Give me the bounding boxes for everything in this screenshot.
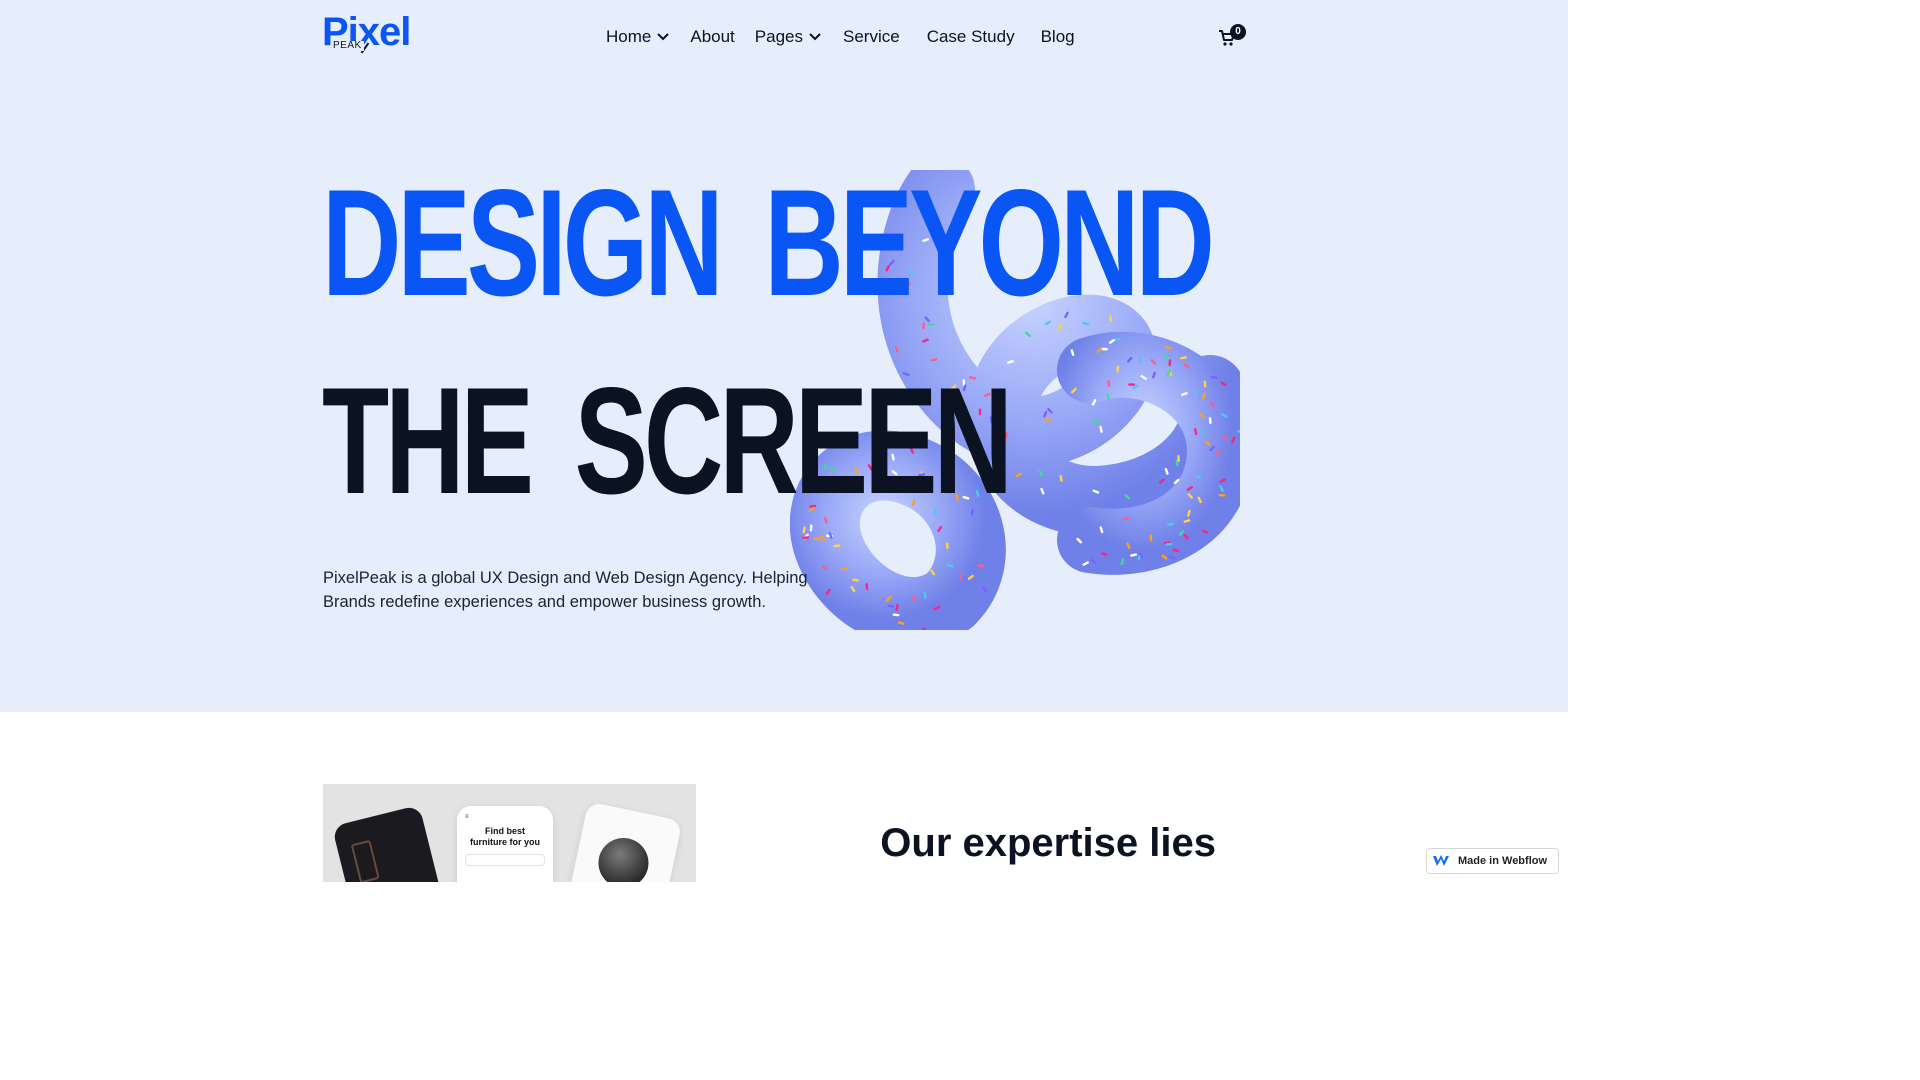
sprinkle xyxy=(813,537,821,541)
phone-mockup-white: ≡ Find best furniture for you xyxy=(457,806,553,882)
menu-icon: ≡ xyxy=(465,814,469,820)
chevron-down-icon xyxy=(657,31,670,43)
nav-item-blog[interactable]: Blog xyxy=(1041,26,1075,48)
nav-item-case-study[interactable]: Case Study xyxy=(927,26,1015,48)
sprinkle xyxy=(841,567,849,571)
logo-subtext: PEAK xyxy=(331,40,364,51)
nav-item-home[interactable]: Home xyxy=(606,26,670,48)
sprinkle xyxy=(1218,493,1226,497)
hero-section: Pixel PEAK Home About Pages Service Case… xyxy=(0,0,1568,712)
nav-label-home: Home xyxy=(606,27,652,46)
webflow-icon xyxy=(1433,855,1449,866)
badge-label: Made in Webflow xyxy=(1458,855,1548,867)
cart-count-badge: 0 xyxy=(1230,24,1246,40)
sprinkle xyxy=(977,564,985,567)
logo[interactable]: Pixel PEAK xyxy=(322,12,424,58)
top-nav: Pixel PEAK Home About Pages Service Case… xyxy=(0,0,1568,76)
preview-title: Find best furniture for you xyxy=(470,826,540,847)
chevron-down-icon xyxy=(809,31,821,43)
sprinkle xyxy=(1177,455,1180,463)
sprinkle xyxy=(945,542,949,550)
sprinkle xyxy=(1165,542,1173,546)
headline-line-2: The Screen xyxy=(322,356,1013,527)
nav-label-pages: Pages xyxy=(754,27,803,46)
headline-line-1: Design Beyond xyxy=(322,158,1215,329)
chair-image xyxy=(593,833,654,882)
main-menu: Home About Pages Service Case Study Blog xyxy=(606,26,1075,48)
phone-frame-detail xyxy=(350,839,380,882)
preview-search-bar xyxy=(465,854,545,866)
section-heading: Our expertise lies xyxy=(880,821,1216,865)
nav-label-about: About xyxy=(690,27,735,46)
app-preview-image: ≡ Find best furniture for you xyxy=(323,784,696,882)
cart-button[interactable]: 0 xyxy=(1218,24,1248,49)
sprinkle xyxy=(1128,383,1136,386)
sprinkle xyxy=(887,604,895,608)
phone-mockup-chair xyxy=(563,801,683,882)
nav-item-about[interactable]: About xyxy=(690,26,734,48)
hero-description: PixelPeak is a global UX Design and Web … xyxy=(323,569,808,611)
nav-label-service: Service xyxy=(843,27,900,46)
made-in-webflow-badge[interactable]: Made in Webflow xyxy=(1426,848,1559,874)
phone-mockup-dark xyxy=(331,804,449,882)
nav-label-case-study: Case Study xyxy=(926,27,1015,46)
nav-item-service[interactable]: Service xyxy=(843,26,900,48)
nav-label-blog: Blog xyxy=(1040,27,1075,46)
nav-item-pages[interactable]: Pages xyxy=(755,26,821,48)
